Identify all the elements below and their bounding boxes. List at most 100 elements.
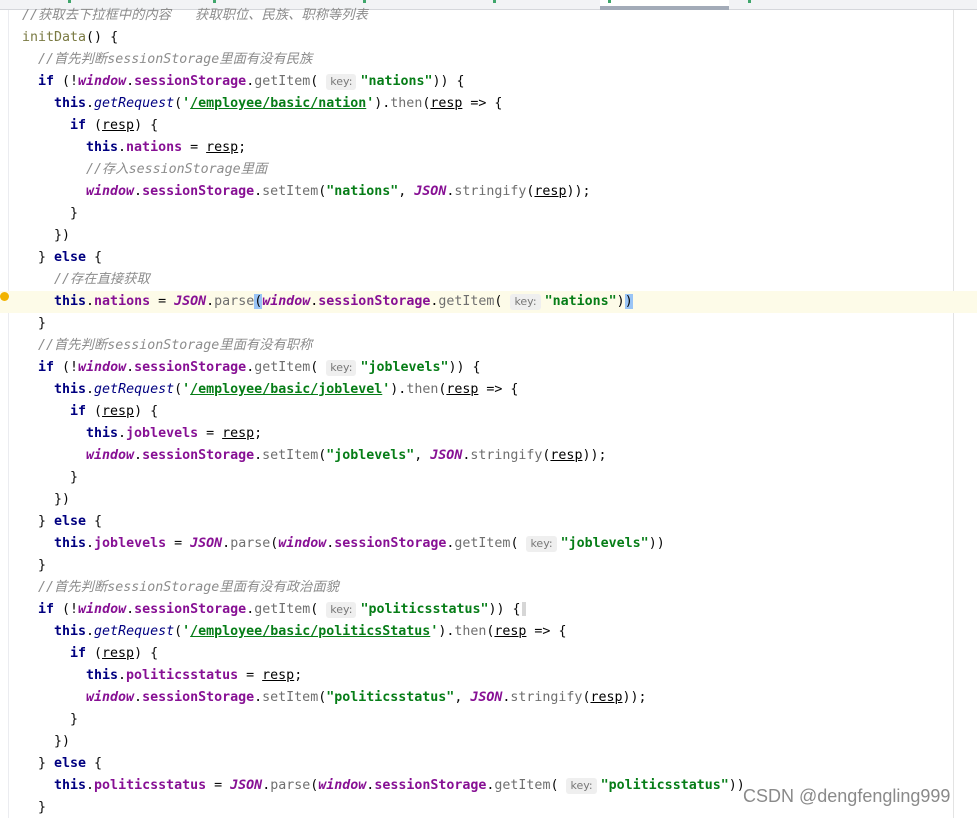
code-token: }) — [54, 734, 71, 749]
code-token: } — [70, 206, 79, 221]
code-token: if — [38, 360, 55, 375]
code-token: resp — [102, 646, 135, 661]
code-line[interactable]: this.joblevels = JSON.parse(window.sessi… — [0, 533, 977, 555]
code-token: this — [86, 668, 119, 683]
code-token: } — [38, 514, 55, 529]
code-line[interactable]: } else { — [0, 753, 977, 775]
code-line[interactable]: //存入sessionStorage里面 — [0, 159, 977, 181]
code-line[interactable]: window.sessionStorage.setItem("politicss… — [0, 687, 977, 709]
code-token: /employee/basic/politicsStatus — [190, 624, 431, 639]
code-token: JSON — [230, 778, 263, 793]
code-token: ) — [624, 294, 633, 309]
code-line[interactable]: window.sessionStorage.setItem("nations",… — [0, 181, 977, 203]
code-token: else — [54, 514, 87, 529]
code-line[interactable]: //首先判断sessionStorage里面有没有政治面貌 — [0, 577, 977, 599]
code-line[interactable]: //存在直接获取 — [0, 269, 977, 291]
code-line[interactable]: } — [0, 203, 977, 225]
code-line[interactable]: if (!window.sessionStorage.getItem( key:… — [0, 357, 977, 379]
code-token: "nations" — [326, 184, 399, 199]
code-token: getItem — [254, 74, 311, 89]
code-token: resp — [206, 140, 239, 155]
parameter-hint: key: — [326, 360, 357, 376]
code-line[interactable]: this.joblevels = resp; — [0, 423, 977, 445]
code-line[interactable]: if (resp) { — [0, 643, 977, 665]
code-token: parse — [230, 536, 271, 551]
code-token: window — [278, 536, 327, 551]
code-token: this — [54, 382, 87, 397]
code-line[interactable]: if (!window.sessionStorage.getItem( key:… — [0, 599, 977, 621]
code-token: } — [70, 470, 79, 485]
code-token: window — [86, 448, 135, 463]
code-line[interactable]: this.getRequest('/employee/basic/jobleve… — [0, 379, 977, 401]
code-token: . — [134, 448, 143, 463]
code-token: resp — [494, 624, 527, 639]
code-token: , — [454, 690, 471, 705]
code-token: )) { — [448, 360, 481, 375]
code-line[interactable]: this.nations = JSON.parse(window.session… — [0, 291, 977, 313]
code-token: . — [118, 140, 127, 155]
code-editor[interactable]: //获取去下拉框中的内容 获取职位、民族、职称等列表 initData() { //… — [0, 5, 977, 819]
code-token: ' — [182, 96, 191, 111]
code-token: ; — [294, 668, 303, 683]
code-line[interactable]: }) — [0, 489, 977, 511]
code-token: ) { — [134, 404, 159, 419]
code-token: ( — [174, 96, 183, 111]
code-line[interactable]: //首先判断sessionStorage里面有没有民族 — [0, 49, 977, 71]
code-token: . — [254, 448, 263, 463]
code-token: else — [54, 756, 87, 771]
code-line[interactable]: this.getRequest('/employee/basic/nation'… — [0, 93, 977, 115]
code-token: sessionStorage — [142, 690, 255, 705]
code-token: getRequest — [94, 624, 175, 639]
code-line[interactable]: this.nations = resp; — [0, 137, 977, 159]
code-token: resp — [590, 690, 623, 705]
code-token: joblevels — [94, 536, 167, 551]
lightbulb-icon[interactable] — [0, 292, 9, 301]
code-line[interactable]: initData() { — [0, 27, 977, 49]
code-token: sessionStorage — [318, 294, 431, 309]
code-line[interactable]: if (resp) { — [0, 401, 977, 423]
code-line[interactable]: }) — [0, 731, 977, 753]
code-token: this — [54, 294, 87, 309]
parameter-hint: key: — [526, 536, 557, 552]
code-token: resp — [222, 426, 255, 441]
code-token: . — [86, 382, 95, 397]
code-token: . — [86, 96, 95, 111]
code-line[interactable]: } else { — [0, 511, 977, 533]
code-line[interactable]: } — [0, 709, 977, 731]
code-line[interactable]: if (resp) { — [0, 115, 977, 137]
code-line[interactable]: } else { — [0, 247, 977, 269]
code-token: () { — [86, 30, 119, 45]
code-token: //首先判断sessionStorage里面有没有政治面貌 — [38, 580, 339, 595]
code-token: window — [318, 778, 367, 793]
code-line[interactable]: this.getRequest('/employee/basic/politic… — [0, 621, 977, 643]
code-token: //首先判断sessionStorage里面有没有民族 — [38, 52, 313, 67]
parameter-hint: key: — [566, 778, 597, 794]
code-token: window — [78, 360, 127, 375]
code-token: if — [70, 646, 87, 661]
code-token: => { — [478, 382, 519, 397]
code-line[interactable]: window.sessionStorage.setItem("joblevels… — [0, 445, 977, 467]
code-token: setItem — [262, 690, 319, 705]
code-token: . — [86, 624, 95, 639]
code-line[interactable]: } — [0, 467, 977, 489]
code-line[interactable]: this.politicsstatus = resp; — [0, 665, 977, 687]
code-line[interactable]: if (!window.sessionStorage.getItem( key:… — [0, 71, 977, 93]
code-token: this — [54, 536, 87, 551]
code-token: /employee/basic/nation — [190, 96, 367, 111]
parameter-hint: key: — [326, 602, 357, 618]
code-token: )) { — [432, 74, 465, 89]
code-line[interactable]: } — [0, 555, 977, 577]
code-token: )) { — [488, 602, 521, 617]
code-token: { — [86, 250, 103, 265]
code-line[interactable]: } — [0, 313, 977, 335]
code-line[interactable]: }) — [0, 225, 977, 247]
code-token: then — [406, 382, 439, 397]
code-token: //存在直接获取 — [54, 272, 150, 287]
code-token: "joblevels" — [560, 536, 649, 551]
code-line[interactable]: //首先判断sessionStorage里面有没有职称 — [0, 335, 977, 357]
file-icon — [363, 0, 366, 3]
code-token: this — [86, 426, 119, 441]
code-token: then — [390, 96, 423, 111]
code-line[interactable]: //获取去下拉框中的内容 获取职位、民族、职称等列表 — [0, 5, 977, 27]
code-token: /employee/basic/joblevel — [190, 382, 383, 397]
